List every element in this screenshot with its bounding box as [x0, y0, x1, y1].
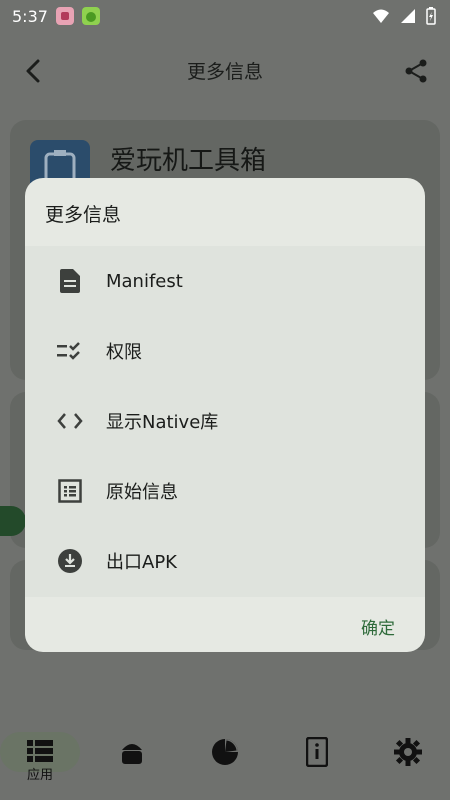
notification-app-icon — [55, 7, 74, 25]
list-box-icon — [57, 478, 83, 504]
page-title: 更多信息 — [186, 60, 263, 83]
option-label: 出口APK — [106, 552, 177, 573]
nav-item-statistics[interactable] — [185, 718, 265, 778]
android-robot-notification-icon — [81, 7, 100, 25]
option-label: 显示Native库 — [106, 412, 219, 433]
download-circle-icon — [57, 548, 83, 574]
nav-item-apps[interactable]: 应用 — [0, 718, 80, 783]
option-label: Manifest — [106, 270, 183, 292]
checklist-icon — [57, 338, 83, 364]
option-manifest[interactable]: Manifest — [25, 246, 425, 316]
back-button[interactable] — [20, 57, 48, 85]
gear-icon — [394, 738, 422, 766]
share-button[interactable] — [402, 57, 430, 85]
dialog-options-list: Manifest 权限 显示Native库 原始信息 出口APK — [25, 246, 425, 597]
wifi-icon — [373, 9, 389, 23]
option-permissions[interactable]: 权限 — [25, 316, 425, 386]
status-icons — [372, 7, 436, 25]
bottom-navigation: 应用 — [0, 700, 450, 800]
status-bar: 5:37 — [0, 0, 450, 32]
android-icon — [122, 744, 142, 764]
dialog-title: 更多信息 — [45, 204, 122, 226]
option-export-apk[interactable]: 出口APK — [25, 526, 425, 596]
document-icon — [57, 268, 83, 294]
option-label: 原始信息 — [106, 482, 178, 503]
nav-label-apps: 应用 — [26, 768, 53, 783]
confirm-button[interactable]: 确定 — [361, 614, 395, 639]
app-name: 爱玩机工具箱 — [110, 146, 267, 176]
pie-chart-icon — [212, 739, 238, 765]
nav-item-device-info[interactable] — [277, 718, 357, 778]
apps-list-icon — [27, 740, 53, 762]
option-label: 权限 — [106, 342, 142, 363]
device-info-icon — [306, 737, 328, 767]
nav-item-android[interactable] — [92, 718, 172, 778]
nav-item-settings[interactable] — [368, 718, 448, 778]
option-raw-info[interactable]: 原始信息 — [25, 456, 425, 526]
signal-icon — [401, 9, 415, 23]
top-app-bar: 更多信息 — [0, 40, 450, 100]
code-icon — [57, 408, 83, 434]
battery-charging-icon — [426, 7, 436, 25]
option-show-native-libs[interactable]: 显示Native库 — [25, 386, 425, 456]
more-info-dialog: 更多信息 Manifest 权限 显示Native库 原始信息 出口APK 确定 — [25, 178, 425, 652]
status-time: 5:37 — [12, 6, 48, 26]
